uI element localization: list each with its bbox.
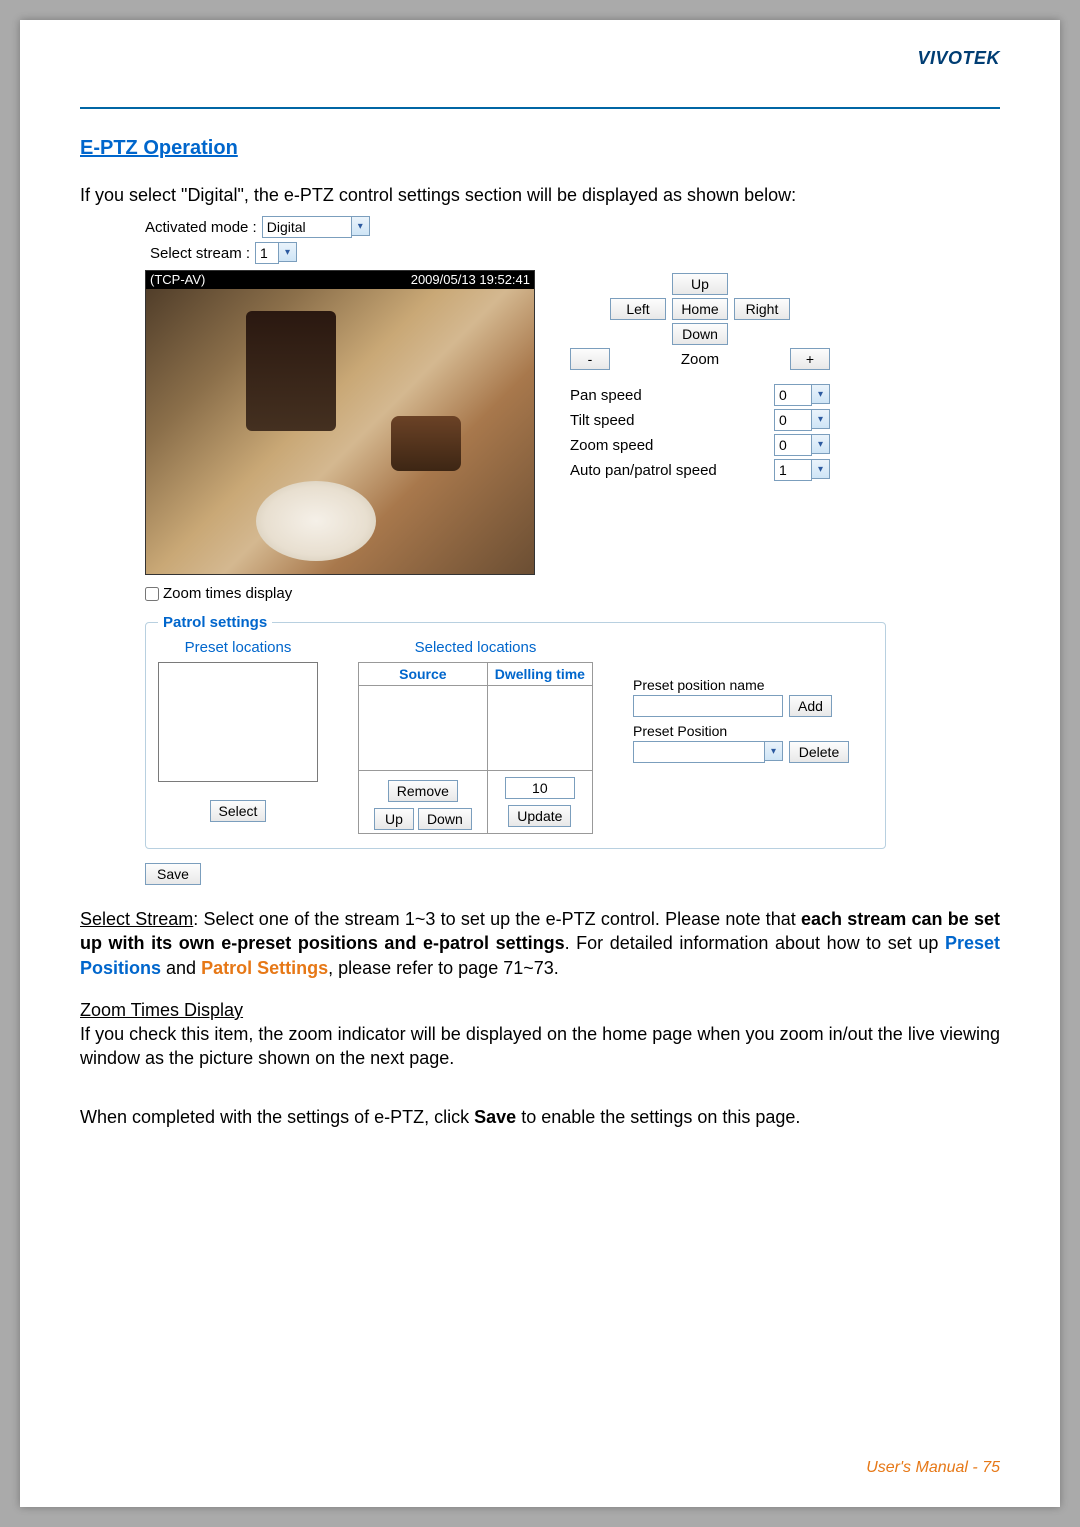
- preset-locations-list[interactable]: [158, 662, 318, 782]
- zoom-label: Zoom: [616, 351, 784, 368]
- auto-pan-speed-label: Auto pan/patrol speed: [570, 462, 717, 479]
- tilt-speed-select[interactable]: ▾: [774, 409, 830, 431]
- video-overlay-timestamp: 2009/05/13 19:52:41: [411, 272, 530, 288]
- zoom-speed-label: Zoom speed: [570, 437, 653, 454]
- delete-button[interactable]: Delete: [789, 741, 849, 763]
- selected-locations-title: Selected locations: [358, 639, 593, 656]
- select-stream-row: Select stream : ▾: [150, 242, 965, 264]
- chevron-down-icon[interactable]: ▾: [812, 434, 830, 454]
- save-button[interactable]: Save: [145, 863, 201, 885]
- page-footer: User's Manual - 75: [866, 1459, 1000, 1477]
- zoom-times-display-label: Zoom times display: [163, 585, 292, 602]
- paragraph-save: When completed with the settings of e-PT…: [80, 1105, 1000, 1129]
- zoom-times-display-checkbox[interactable]: [145, 587, 159, 601]
- chevron-down-icon[interactable]: ▾: [812, 384, 830, 404]
- pan-speed-select[interactable]: ▾: [774, 384, 830, 406]
- pan-speed-label: Pan speed: [570, 387, 642, 404]
- auto-pan-speed-select[interactable]: ▾: [774, 459, 830, 481]
- patrol-settings-fieldset: Patrol settings Preset locations Select …: [145, 614, 886, 849]
- patrol-legend: Patrol settings: [158, 614, 272, 631]
- zoom-times-display-row: Zoom times display: [145, 585, 965, 602]
- select-stream-label: Select stream :: [150, 245, 250, 262]
- video-overlay-protocol: (TCP-AV): [150, 272, 205, 288]
- chevron-down-icon[interactable]: ▾: [765, 741, 783, 761]
- activated-mode-row: Activated mode : ▾: [145, 216, 965, 238]
- source-header: Source: [359, 663, 488, 686]
- select-stream-select[interactable]: ▾: [255, 242, 297, 264]
- activated-mode-value[interactable]: [262, 216, 352, 238]
- ptz-controls: Up Left Home Right Down - Zoom +: [570, 270, 830, 575]
- manual-page: VIVOTEK E-PTZ Operation If you select "D…: [20, 20, 1060, 1507]
- activated-mode-select[interactable]: ▾: [262, 216, 370, 238]
- zoom-in-button[interactable]: +: [790, 348, 830, 370]
- move-up-button[interactable]: Up: [374, 808, 414, 830]
- dwelling-time-input[interactable]: [505, 777, 575, 799]
- remove-button[interactable]: Remove: [388, 780, 458, 802]
- paragraph-select-stream: Select Stream: Select one of the stream …: [80, 907, 1000, 980]
- video-frame: (TCP-AV) 2009/05/13 19:52:41: [145, 270, 535, 575]
- right-button[interactable]: Right: [734, 298, 790, 320]
- up-button[interactable]: Up: [672, 273, 728, 295]
- chevron-down-icon[interactable]: ▾: [812, 459, 830, 479]
- left-button[interactable]: Left: [610, 298, 666, 320]
- zoom-speed-select[interactable]: ▾: [774, 434, 830, 456]
- chevron-down-icon[interactable]: ▾: [812, 409, 830, 429]
- select-button[interactable]: Select: [210, 800, 267, 822]
- paragraph-zoom-times: Zoom Times Display If you check this ite…: [80, 998, 1000, 1071]
- selected-locations-table: Source Dwelling time Remove Up: [358, 662, 593, 834]
- ui-screenshot: Activated mode : ▾ Select stream : ▾ (TC…: [145, 216, 965, 885]
- add-button[interactable]: Add: [789, 695, 832, 717]
- section-title: E-PTZ Operation: [80, 137, 1000, 160]
- preset-position-name-label: Preset position name: [633, 677, 873, 693]
- home-button[interactable]: Home: [672, 298, 728, 320]
- zoom-out-button[interactable]: -: [570, 348, 610, 370]
- preset-position-label: Preset Position: [633, 723, 873, 739]
- move-down-button[interactable]: Down: [418, 808, 472, 830]
- update-button[interactable]: Update: [508, 805, 571, 827]
- preset-position-select[interactable]: ▾: [633, 741, 783, 763]
- select-stream-value[interactable]: [255, 242, 279, 264]
- tilt-speed-label: Tilt speed: [570, 412, 634, 429]
- video-preview-area: (TCP-AV) 2009/05/13 19:52:41: [145, 270, 535, 575]
- divider: [80, 107, 1000, 109]
- preset-locations-title: Preset locations: [158, 639, 318, 656]
- chevron-down-icon[interactable]: ▾: [352, 216, 370, 236]
- down-button[interactable]: Down: [672, 323, 728, 345]
- intro-text: If you select "Digital", the e-PTZ contr…: [80, 185, 1000, 206]
- dwelling-time-header: Dwelling time: [487, 663, 592, 686]
- preset-position-name-input[interactable]: [633, 695, 783, 717]
- chevron-down-icon[interactable]: ▾: [279, 242, 297, 262]
- brand-logo: VIVOTEK: [917, 48, 1000, 69]
- activated-mode-label: Activated mode :: [145, 219, 257, 236]
